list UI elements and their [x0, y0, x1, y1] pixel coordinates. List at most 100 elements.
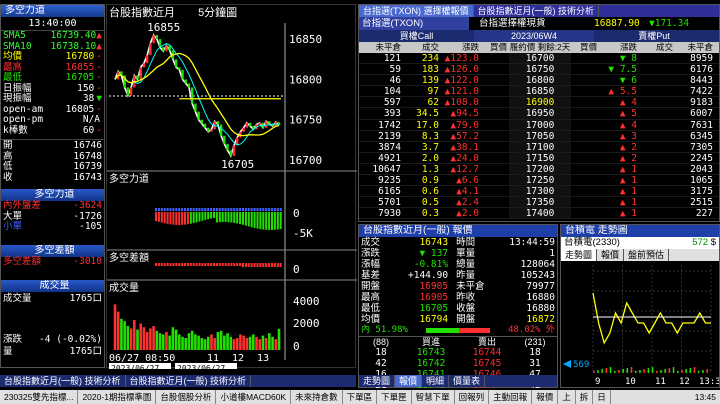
power-bar-small: [253, 208, 256, 211]
price-tick: 16800: [289, 73, 322, 86]
option-row[interactable]: 3874 3.7 ▲38.1 17100 ▲ 2 7305: [359, 141, 719, 153]
option-row[interactable]: 104 97 ▲121.0 16850 ▲ 5.5 7422: [359, 86, 719, 98]
power-bar: [166, 212, 169, 224]
stock-vol-bar: [681, 370, 683, 373]
volume-bar: [149, 328, 152, 350]
taskbar-item[interactable]: 報價: [532, 390, 559, 404]
taskbar-item[interactable]: 智慧下單: [412, 390, 455, 404]
volume-bar: [120, 318, 123, 350]
tab-bottom-2[interactable]: 台股指數近月(一般) 技術分析: [126, 375, 251, 387]
volume-bar: [274, 339, 278, 350]
vol-row: 成交量 1765口: [3, 293, 102, 304]
option-row[interactable]: 10647 1.3 ▲12.7 17200 ▲ 1 2043: [359, 163, 719, 176]
option-row[interactable]: 59 183 ▲126.0 16750 ▼ 7.5 6176: [359, 64, 719, 76]
tab-options-quote[interactable]: 台指選(TXON) 選擇權報價: [359, 5, 474, 17]
stock-chart-svg[interactable]: 569 9 10 11 12 13:30: [561, 263, 719, 387]
power-bar-small: [189, 208, 192, 211]
volume-bar: [178, 334, 181, 350]
stock-vol-bar: [672, 367, 675, 373]
taskbar-item[interactable]: 回報列: [455, 390, 490, 404]
main-chart-svg[interactable]: 16850 16800 16750 16700 16855 16705 多空力道 0 -5K 多空…: [107, 5, 357, 369]
book-row[interactable]: 42 16742 16745 31: [359, 358, 557, 369]
book-row[interactable]: 18 16743 16744 18: [359, 347, 557, 358]
power-bar: [242, 212, 244, 225]
option-row[interactable]: 597 62 ▲108.0 16900 ▲ 4 9183: [359, 97, 719, 109]
power-bar-small: [221, 208, 224, 211]
candle: [207, 127, 210, 132]
tab-tech-analysis[interactable]: 台股指數近月(一般) 技術分析: [474, 5, 599, 17]
stock-vol-bar: [601, 369, 603, 373]
option-row[interactable]: 1742 17.0 ▲79.0 17000 ▲ 4 7631: [359, 119, 719, 131]
volume-bar: [145, 332, 149, 350]
taskbar-item[interactable]: 主動回報: [489, 390, 533, 404]
volume-bar: [232, 339, 236, 350]
diff-row: 多空差額 -3010: [3, 255, 102, 267]
options-symbol[interactable]: 台指選(TXON): [359, 17, 469, 30]
tab-stock-quote[interactable]: 報價: [597, 249, 625, 261]
candle: [245, 122, 249, 128]
tab-quote-trend[interactable]: 走勢圖: [359, 375, 396, 387]
quote-tabs: 走勢圖 報價 明細 價量表: [359, 375, 557, 387]
tab-bottom-1[interactable]: 台股指數近月(一般) 技術分析: [0, 375, 126, 387]
option-row[interactable]: 6165 0.6 ▲4.1 17300 ▲ 1 3175: [359, 186, 719, 198]
stock-vol-bar: [656, 371, 658, 373]
left-info-panel: 多空力道 13:40:00 SMA5 16739.40▲ SMA10 16738.1…: [0, 4, 105, 368]
stock-vol-bar: [651, 367, 654, 373]
power-bar-small: [262, 208, 265, 211]
power-bar-small: [256, 208, 259, 211]
option-row[interactable]: 9235 0.9 ▲6.6 17250 ▲ 1 1065: [359, 175, 719, 187]
volume-bar: [200, 338, 204, 350]
power-bar: [262, 212, 265, 230]
taskbar-item[interactable]: 上: [558, 390, 576, 404]
power-bar-small: [186, 208, 189, 211]
taskbar-item[interactable]: 未來持倉數: [291, 390, 343, 404]
option-row[interactable]: 5701 0.5 ▲2.4 17350 ▲ 1 2515: [359, 197, 719, 209]
volume-bar: [116, 311, 120, 350]
taskbar-item[interactable]: 小道樓MACD60K: [216, 390, 292, 404]
diff-bar: [253, 263, 256, 267]
power-bar-small: [181, 208, 184, 211]
put-label[interactable]: 賣權Put: [594, 30, 714, 42]
tab-quote-price[interactable]: 報價: [395, 375, 423, 387]
taskbar-item[interactable]: 下單匣: [377, 390, 412, 404]
taskbar-item[interactable]: 台股個股分析: [156, 390, 217, 404]
stock-name: 台積電(2330): [564, 237, 620, 248]
volume-bar: [168, 335, 171, 350]
candle: [200, 119, 204, 124]
taskbar-item[interactable]: 拆: [576, 390, 594, 404]
candle: [223, 135, 226, 144]
taskbar-item[interactable]: 日: [593, 390, 611, 404]
stock-arrow: $: [710, 237, 716, 248]
power-bar-small: [218, 208, 221, 211]
diff-title: 多空差額: [1, 244, 104, 257]
option-row[interactable]: 4921 2.0 ▲24.0 17150 ▲ 2 2245: [359, 152, 719, 164]
option-row[interactable]: 393 34.5 ▲94.5 16950 ▲ 5 6007: [359, 108, 719, 120]
stock-vol-bar: [706, 369, 708, 373]
power-bar: [221, 212, 224, 223]
option-row[interactable]: 2139 8.3 ▲57.2 17050 ▲ 3 6345: [359, 130, 719, 142]
tab-quote-table[interactable]: 價量表: [449, 375, 486, 387]
power-bar-small: [259, 208, 262, 211]
option-row[interactable]: 7930 0.3 ▲2.0 17400 ▲ 1 227: [359, 208, 719, 220]
power-row: 內外盤差 -3624: [3, 200, 102, 211]
taskbar-item[interactable]: 2020-1期指標準圖: [78, 390, 157, 404]
taskbar-item[interactable]: 230325雙先指標...: [0, 390, 79, 404]
month-select[interactable]: 2023/06W4: [474, 30, 594, 42]
option-row[interactable]: 121 234 ▲123.0 16700 ▼ 8 8959: [359, 53, 719, 65]
call-label[interactable]: 買權Call: [359, 30, 474, 42]
volume-bar: [129, 328, 133, 350]
option-row[interactable]: 46 139 ▲122.0 16800 ▼ 6 8443: [359, 75, 719, 87]
ratio-in: 內 51.98%: [361, 325, 408, 335]
taskbar-item[interactable]: 下單區: [343, 390, 378, 404]
power-bar-small: [271, 208, 273, 211]
diff-bar: [221, 263, 224, 266]
candle: [232, 145, 236, 156]
tab-stock-trend[interactable]: 走勢圖: [561, 249, 598, 261]
volume-bar: [264, 338, 268, 350]
ma-line-fast: [114, 42, 280, 146]
power-bar-small: [250, 208, 253, 211]
power-bar-small: [213, 208, 215, 211]
tab-quote-detail[interactable]: 明細: [422, 375, 450, 387]
quote-line: 成交 16743 時間 13:44:59: [361, 237, 555, 248]
tab-stock-preopen[interactable]: 盤前預估: [624, 249, 670, 261]
